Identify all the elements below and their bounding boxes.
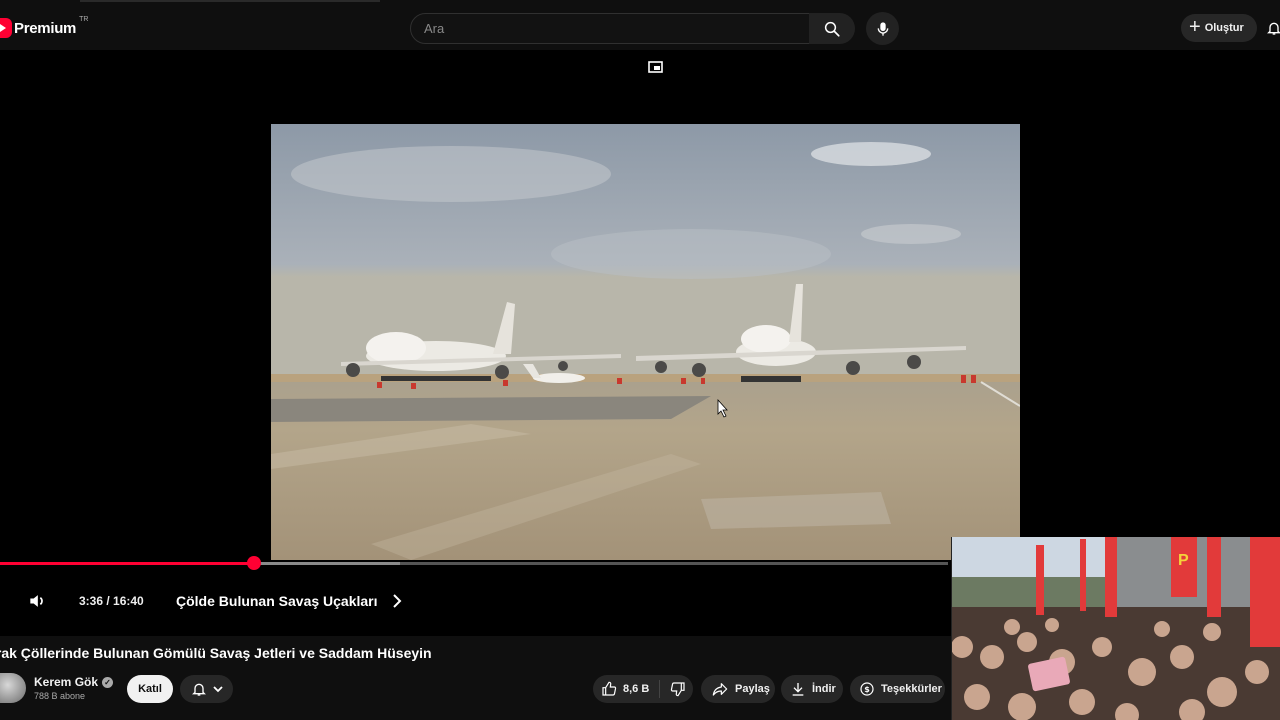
download-button[interactable]: İndir (781, 675, 843, 703)
search-icon (824, 21, 840, 37)
thanks-label: Teşekkürler (881, 683, 942, 695)
thanks-button[interactable]: $ Teşekkürler (850, 675, 945, 703)
video-title-container: Irak Çöllerinde Bulunan Gömülü Savaş Jet… (0, 645, 940, 667)
like-dislike-group: 8,6 B (593, 675, 693, 703)
chevron-down-icon (212, 686, 223, 693)
mic-icon (877, 21, 888, 36)
subscriber-count: 788 B abone (34, 691, 86, 701)
airplanes-scene-image (271, 124, 1020, 560)
progress-bar[interactable] (0, 556, 948, 570)
progress-scrubber-handle[interactable] (247, 556, 261, 570)
channel-avatar[interactable] (0, 673, 26, 703)
chapter-title: Çölde Bulunan Savaş Uçakları (176, 593, 378, 609)
search-box (410, 13, 810, 44)
time-display: 3:36 / 16:40 (79, 594, 144, 608)
share-icon (712, 683, 728, 696)
download-icon (792, 683, 804, 696)
crowd-protest-image: P (952, 537, 1280, 720)
download-label: İndir (812, 683, 836, 695)
create-button[interactable]: + Oluştur (1181, 14, 1257, 42)
chevron-right-icon (392, 594, 401, 608)
thumbs-down-icon (671, 682, 685, 697)
join-button[interactable]: Katıl (127, 675, 173, 703)
verified-check-icon: ✓ (102, 676, 114, 688)
svg-text:P: P (1178, 552, 1189, 569)
search-input[interactable] (422, 20, 796, 37)
like-count: 8,6 B (623, 683, 650, 695)
subscription-notifications-button[interactable] (180, 675, 233, 703)
thanks-icon: $ (860, 682, 874, 696)
top-header: Premium TR + Oluştur (0, 0, 1280, 56)
logo-text: Premium (14, 19, 77, 37)
youtube-play-icon (0, 18, 12, 38)
dislike-button[interactable] (660, 681, 692, 697)
video-frame[interactable] (271, 124, 1020, 560)
share-button[interactable]: Paylaş (701, 675, 775, 703)
notifications-bell-icon[interactable] (1266, 18, 1280, 38)
svg-text:$: $ (864, 685, 870, 694)
progress-played (0, 562, 254, 565)
header-divider (80, 0, 380, 2)
picture-in-picture-window[interactable]: P (951, 537, 1280, 720)
miniplayer-icon[interactable] (648, 61, 663, 73)
create-label: Oluştur (1204, 22, 1244, 34)
like-button[interactable]: 8,6 B (593, 680, 661, 698)
chapter-button[interactable]: Çölde Bulunan Savaş Uçakları (176, 593, 402, 609)
thumbs-up-icon (602, 681, 617, 696)
voice-search-button[interactable] (866, 12, 899, 45)
channel-name: Kerem Gök (34, 675, 99, 689)
share-label: Paylaş (735, 683, 770, 695)
volume-icon[interactable] (27, 591, 47, 611)
bell-icon (191, 683, 206, 696)
logo-region: TR (79, 15, 89, 23)
youtube-logo[interactable]: Premium TR (0, 14, 88, 42)
search-button[interactable] (809, 13, 855, 44)
video-title: Irak Çöllerinde Bulunan Gömülü Savaş Jet… (0, 645, 432, 661)
plus-icon: + (1189, 15, 1201, 38)
channel-name-link[interactable]: Kerem Gök ✓ (34, 675, 114, 689)
